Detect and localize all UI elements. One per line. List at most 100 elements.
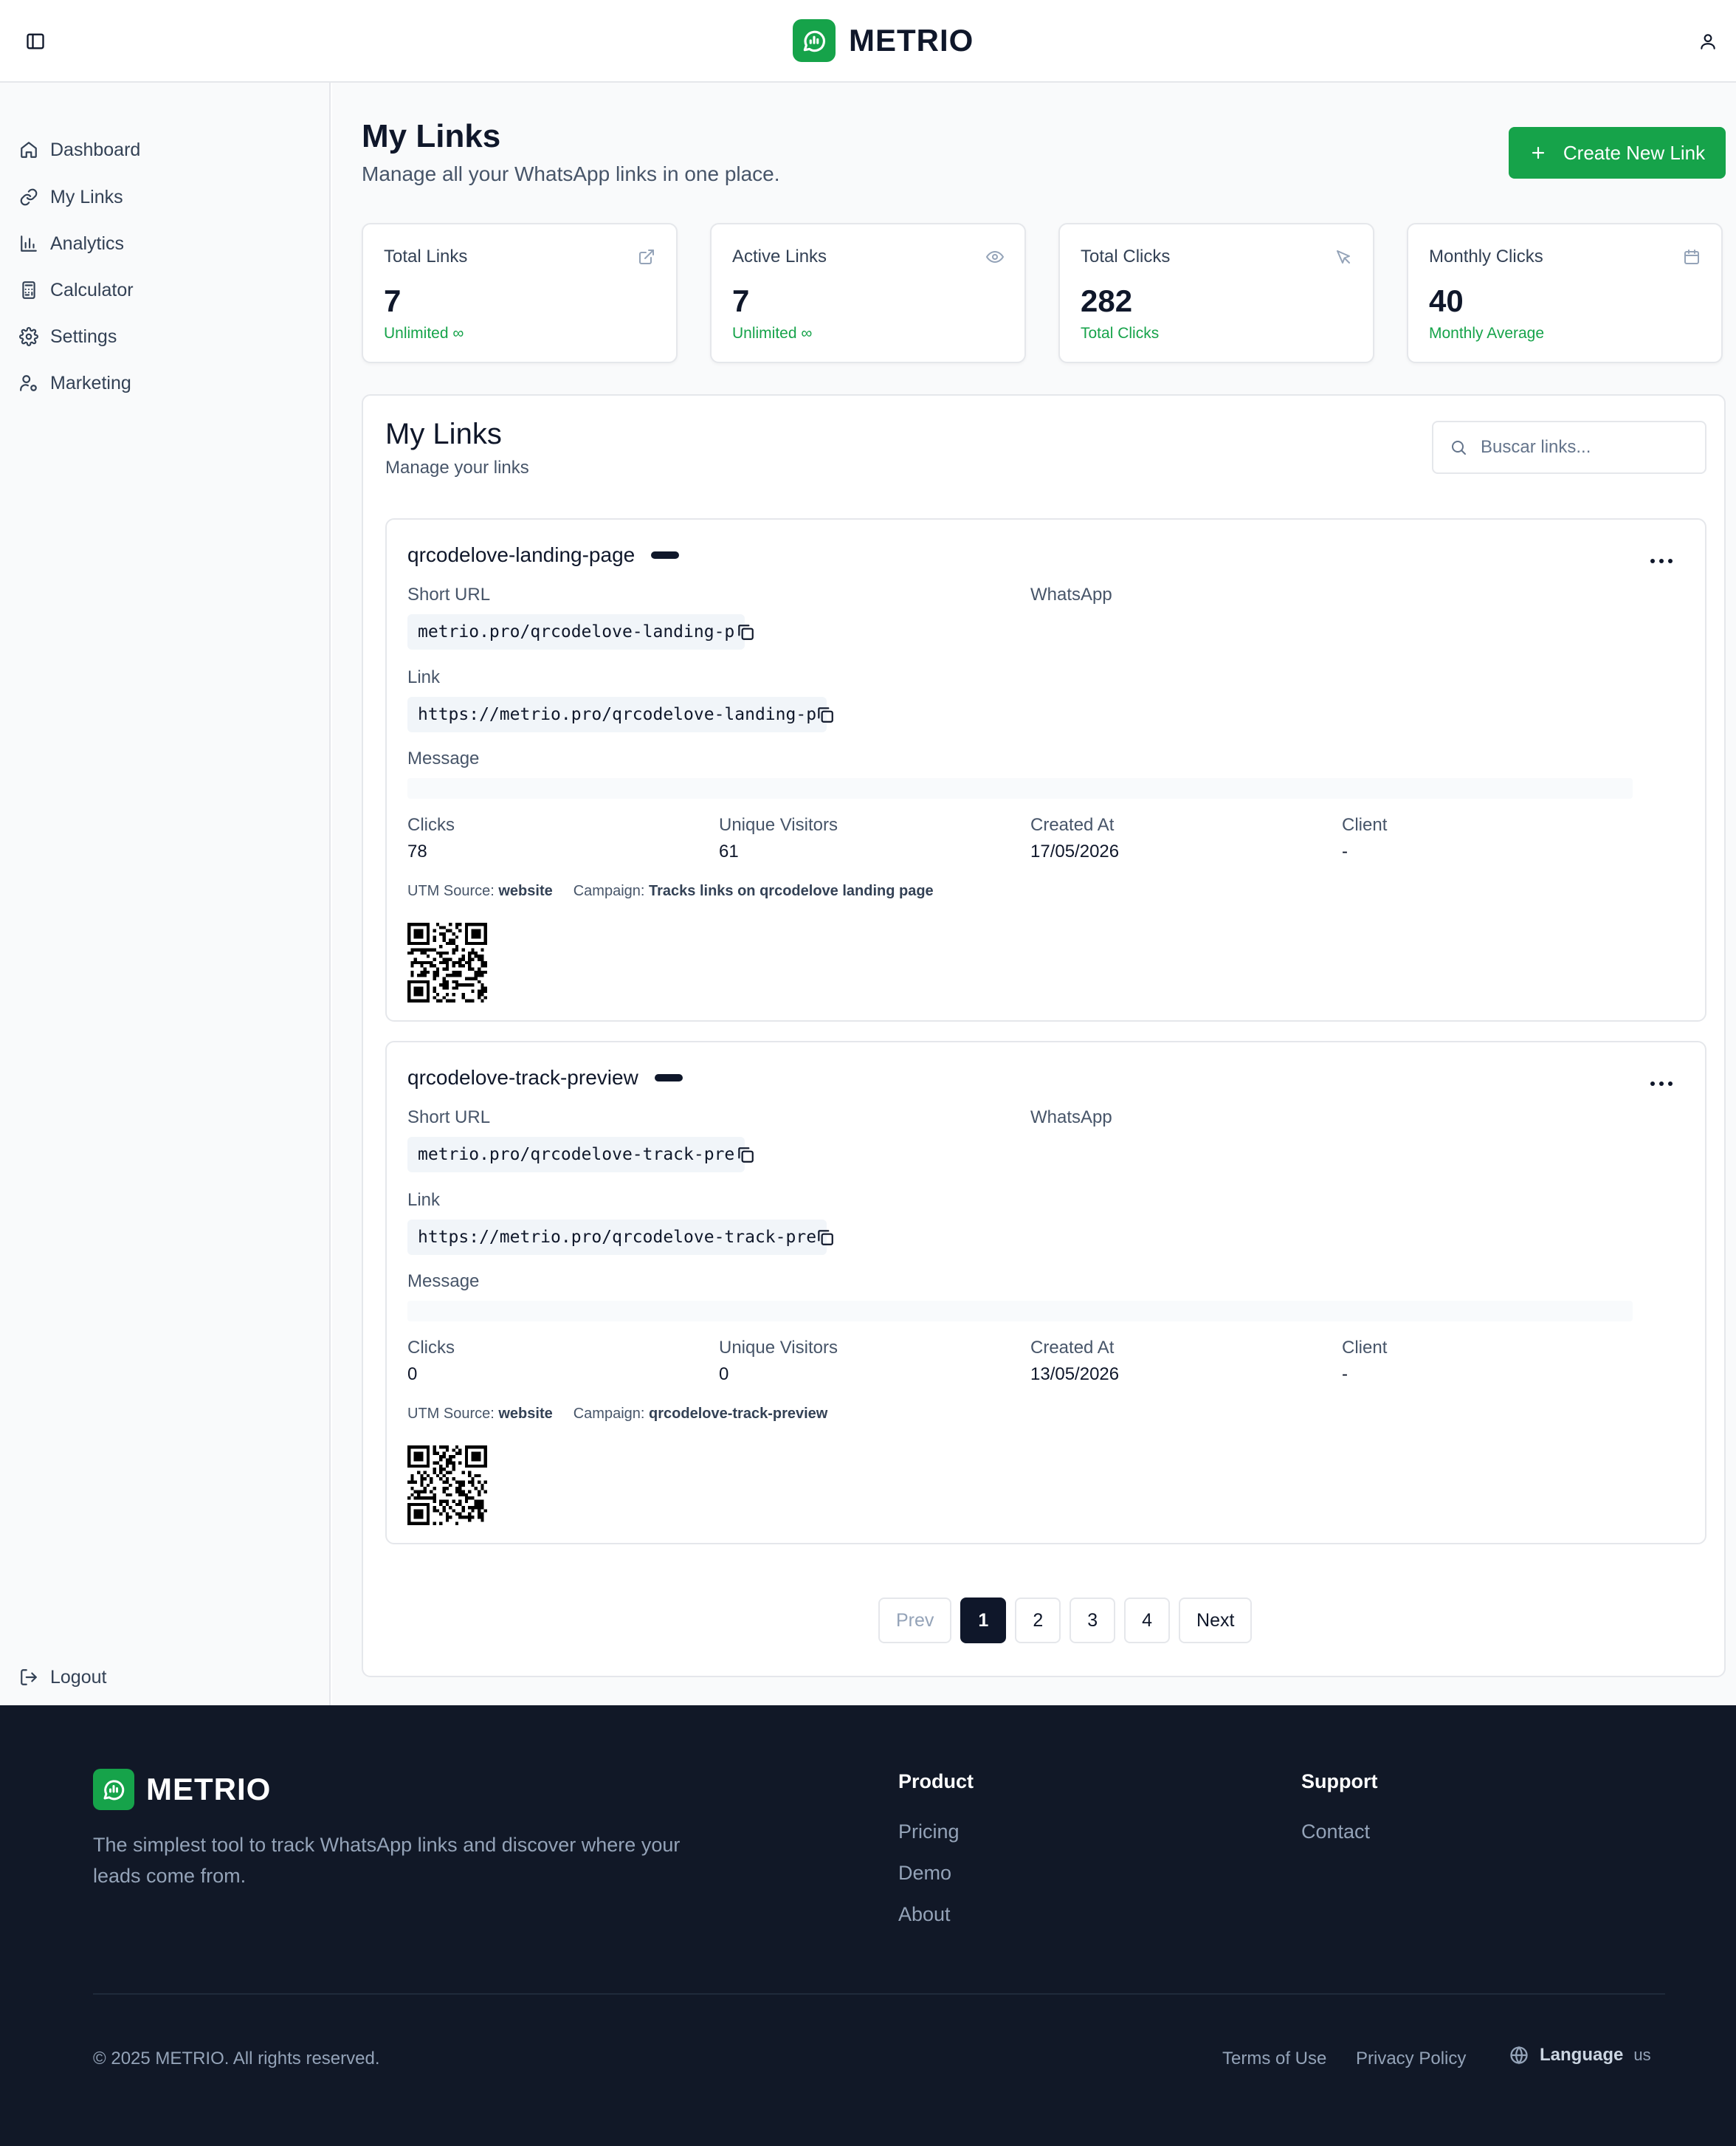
prev-page-button[interactable]: Prev <box>878 1598 952 1643</box>
footer-divider <box>93 1993 1665 1995</box>
more-options-icon[interactable] <box>1650 1076 1673 1091</box>
terms-of-use-link[interactable]: Terms of Use <box>1222 2049 1326 2069</box>
qr-code[interactable] <box>407 923 487 1003</box>
page-button-1[interactable]: 1 <box>960 1598 1007 1643</box>
stat-card-monthly-clicks: Monthly Clicks 40 Monthly Average <box>1407 223 1723 363</box>
footer-link-pricing[interactable]: Pricing <box>898 1820 960 1843</box>
short-url-value: metrio.pro/qrcodelove-track-pre <box>407 1137 745 1172</box>
created-at-value: 13/05/2026 <box>1030 1364 1120 1384</box>
created-at-label: Created At <box>1030 1338 1115 1358</box>
created-at-value: 17/05/2026 <box>1030 842 1120 862</box>
footer-link-demo[interactable]: Demo <box>898 1862 951 1885</box>
client-value: - <box>1342 842 1348 862</box>
create-new-link-label: Create New Link <box>1563 141 1706 164</box>
stat-card-total-links: Total Links 7 Unlimited ∞ <box>362 223 678 363</box>
plus-icon <box>1532 146 1544 159</box>
link-name-row: qrcodelove-landing-page <box>407 543 680 567</box>
next-page-button[interactable]: Next <box>1179 1598 1253 1643</box>
sidebar-item-dashboard[interactable]: Dashboard <box>19 134 140 166</box>
calendar-icon <box>1683 248 1701 266</box>
copy-icon[interactable] <box>731 617 760 647</box>
copy-icon[interactable] <box>810 700 840 729</box>
link-name: qrcodelove-track-preview <box>407 1066 638 1089</box>
message-label: Message <box>407 1271 480 1291</box>
links-panel: My Links Manage your links qrcodelove-la… <box>362 394 1726 1677</box>
page-button-3[interactable]: 3 <box>1070 1598 1116 1643</box>
home-icon <box>21 142 37 158</box>
status-badge <box>654 1074 683 1081</box>
cursor-click-icon <box>1334 248 1352 266</box>
footer-support-heading: Support <box>1301 1770 1378 1792</box>
calculator-icon <box>22 281 35 299</box>
sidebar-item-marketing[interactable]: Marketing <box>19 367 131 399</box>
eye-icon <box>986 248 1004 266</box>
qr-code[interactable] <box>407 1445 487 1525</box>
gear-icon <box>19 327 38 346</box>
brand-logo-icon <box>93 1769 134 1810</box>
stat-label: Monthly Clicks <box>1429 247 1543 266</box>
stat-label: Total Clicks <box>1081 247 1171 266</box>
footer-link-about[interactable]: About <box>898 1903 951 1926</box>
client-label: Client <box>1342 815 1388 835</box>
footer-brand[interactable]: METRIO <box>93 1769 271 1810</box>
sidebar-item-analytics[interactable]: Analytics <box>19 227 124 260</box>
search-input[interactable] <box>1481 437 1695 458</box>
language-code: us <box>1633 2046 1651 2064</box>
search-icon <box>1452 441 1466 455</box>
main-content: My Links Manage all your WhatsApp links … <box>332 83 1736 1705</box>
sidebar-item-label: Settings <box>50 326 117 347</box>
message-value <box>407 1301 1633 1321</box>
sidebar-item-label: My Links <box>50 186 123 207</box>
message-label: Message <box>407 749 480 768</box>
sidebar: Dashboard My Links Analytics Calculator … <box>0 83 331 1705</box>
create-new-link-button[interactable]: Create New Link <box>1509 127 1726 179</box>
created-at-label: Created At <box>1030 815 1115 835</box>
stat-note: Unlimited ∞ <box>732 325 813 342</box>
sidebar-item-calculator[interactable]: Calculator <box>19 274 134 306</box>
stat-label: Total Links <box>384 247 468 266</box>
short-url-value: metrio.pro/qrcodelove-landing-p <box>407 614 745 650</box>
sidebar-item-label: Dashboard <box>50 139 141 160</box>
sidebar-toggle-icon[interactable] <box>22 28 49 55</box>
sidebar-item-settings[interactable]: Settings <box>19 320 117 353</box>
sidebar-item-my-links[interactable]: My Links <box>19 181 123 213</box>
user-cog-icon <box>20 375 37 391</box>
clicks-label: Clicks <box>407 815 455 835</box>
stat-value: 40 <box>1429 283 1464 318</box>
status-badge <box>651 551 680 559</box>
search-box <box>1432 421 1706 474</box>
utm-row: UTM Source: website Campaign: Tracks lin… <box>407 883 934 900</box>
campaign-label: Campaign: <box>573 1406 645 1422</box>
unique-visitors-value: 0 <box>719 1364 729 1384</box>
utm-source-label: UTM Source: <box>407 1406 495 1422</box>
copy-icon[interactable] <box>731 1140 760 1169</box>
page-button-4[interactable]: 4 <box>1124 1598 1171 1643</box>
user-icon[interactable] <box>1695 28 1721 55</box>
stat-value: 282 <box>1081 283 1133 318</box>
page-button-2[interactable]: 2 <box>1015 1598 1061 1643</box>
stat-card-total-clicks: Total Clicks 282 Total Clicks <box>1058 223 1374 363</box>
footer-link-contact[interactable]: Contact <box>1301 1820 1370 1843</box>
links-panel-subtitle: Manage your links <box>385 458 529 478</box>
clicks-value: 0 <box>407 1364 418 1384</box>
brand-logo-icon <box>793 19 836 62</box>
footer: METRIO The simplest tool to track WhatsA… <box>0 1705 1736 2146</box>
whatsapp-label: WhatsApp <box>1030 1107 1112 1127</box>
more-options-icon[interactable] <box>1650 554 1673 568</box>
logout-button[interactable]: Logout <box>19 1661 106 1693</box>
language-selector[interactable]: Language us <box>1509 2045 1651 2066</box>
privacy-policy-link[interactable]: Privacy Policy <box>1356 2049 1466 2069</box>
external-link-icon <box>638 248 655 266</box>
link-label: Link <box>407 1190 441 1210</box>
page-subtitle: Manage all your WhatsApp links in one pl… <box>362 162 780 185</box>
unique-visitors-value: 61 <box>719 842 739 862</box>
utm-source-value: website <box>498 1406 553 1422</box>
stat-label: Active Links <box>732 247 827 266</box>
globe-icon <box>1510 2046 1528 2065</box>
copy-icon[interactable] <box>810 1222 840 1252</box>
brand[interactable]: METRIO <box>793 19 974 62</box>
unique-visitors-label: Unique Visitors <box>719 1338 838 1358</box>
links-panel-title: My Links <box>385 418 502 450</box>
link-card: qrcodelove-landing-page Short URL WhatsA… <box>385 518 1706 1022</box>
link-label: Link <box>407 667 441 687</box>
